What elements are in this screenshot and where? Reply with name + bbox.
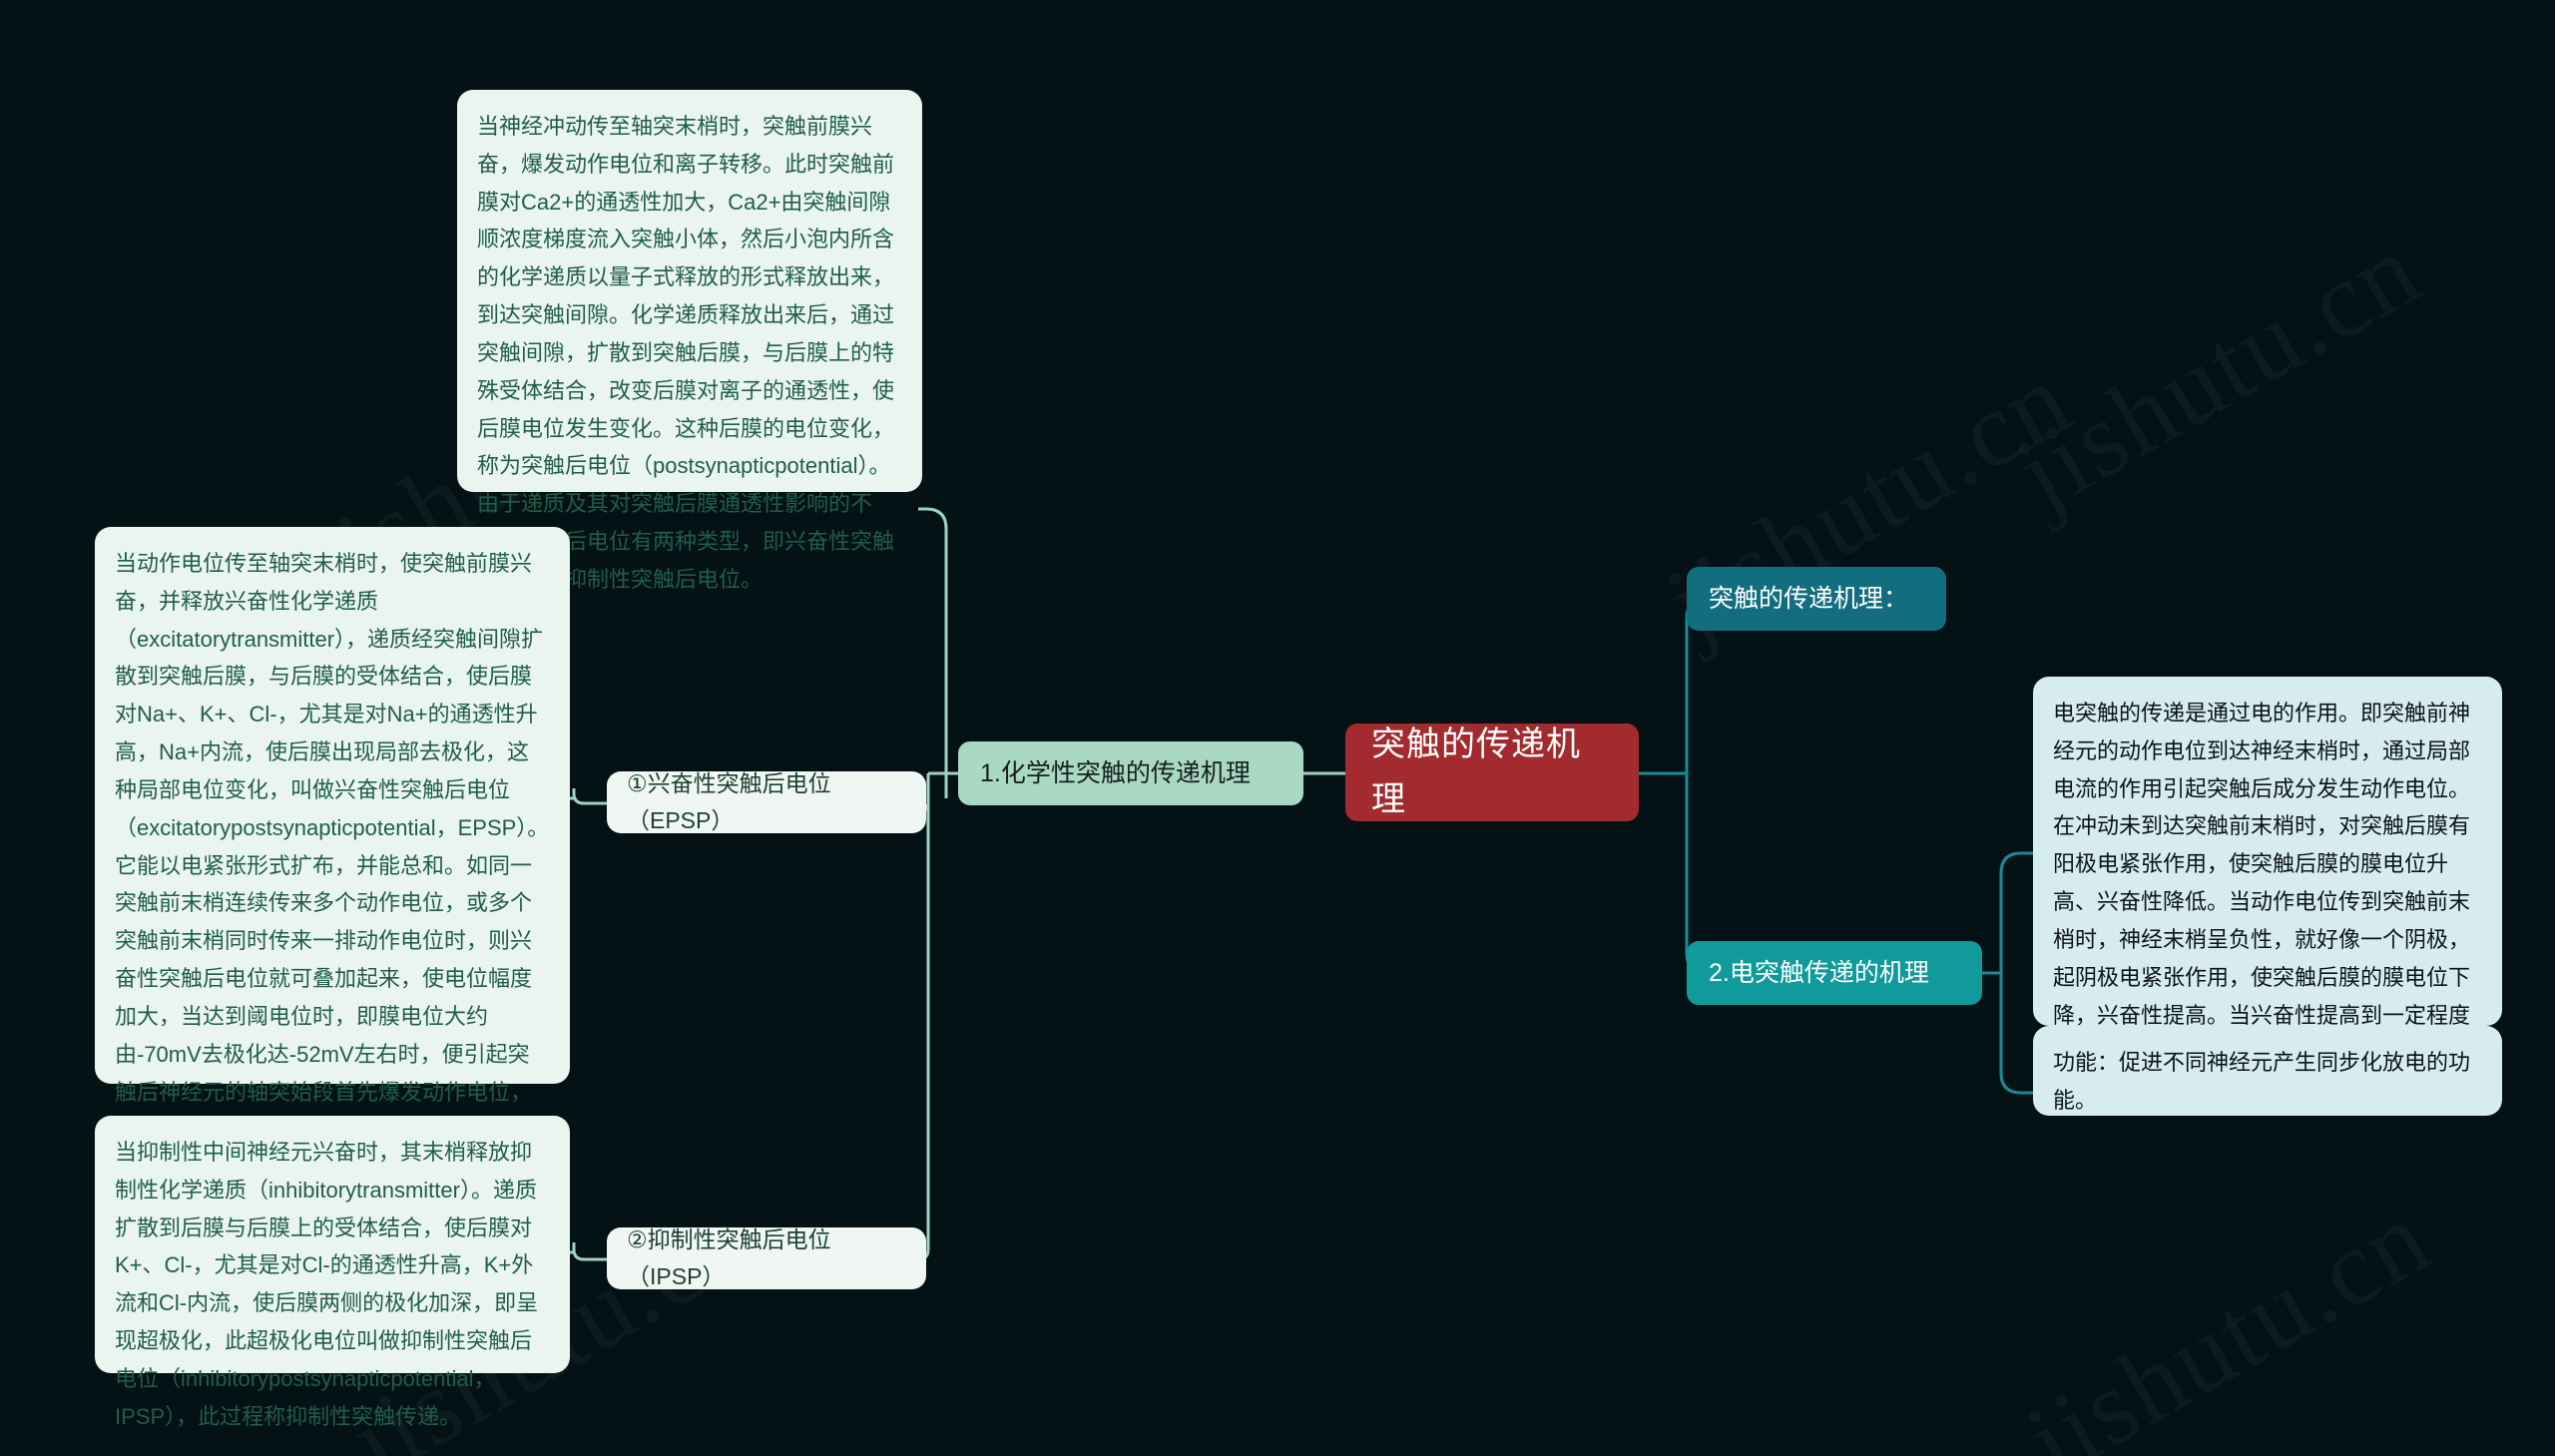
leaf-chemical-overview[interactable]: 当神经冲动传至轴突末梢时，突触前膜兴奋，爆发动作电位和离子转移。此时突触前膜对C… bbox=[457, 90, 922, 592]
branch-electrical-transmission[interactable]: 2.电突触传递的机理 bbox=[1687, 941, 1982, 1005]
leaf-epsp-detail[interactable]: 当动作电位传至轴突末梢时，使突触前膜兴奋，并释放兴奋性化学递质（excitato… bbox=[95, 527, 570, 1255]
root-node[interactable]: 突触的传递机理 bbox=[1345, 724, 1639, 821]
leaf-electrical-function[interactable]: 功能：促进不同神经元产生同步化放电的功能。 bbox=[2033, 1026, 2502, 1116]
mindmap-canvas[interactable]: jishutu.cn jishutu.cn jishutu.cn jishutu… bbox=[0, 0, 2555, 1456]
watermark: jishutu.cn bbox=[2006, 1177, 2451, 1456]
leaf-ipsp-detail[interactable]: 当抑制性中间神经元兴奋时，其末梢释放抑制性化学递质（inhibitorytran… bbox=[95, 1116, 570, 1429]
sub-node-ipsp[interactable]: ②抑制性突触后电位（IPSP） bbox=[607, 1226, 926, 1289]
watermark: jishutu.cn bbox=[1996, 209, 2441, 537]
branch-chemical-transmission[interactable]: 1.化学性突触的传递机理 bbox=[958, 741, 1303, 805]
branch-transmission-mechanism-header[interactable]: 突触的传递机理： bbox=[1687, 567, 1946, 631]
leaf-electrical-detail[interactable]: 电突触的传递是通过电的作用。即突触前神经元的动作电位到达神经末梢时，通过局部电流… bbox=[2033, 677, 2502, 1103]
sub-node-epsp[interactable]: ①兴奋性突触后电位（EPSP） bbox=[607, 770, 926, 833]
